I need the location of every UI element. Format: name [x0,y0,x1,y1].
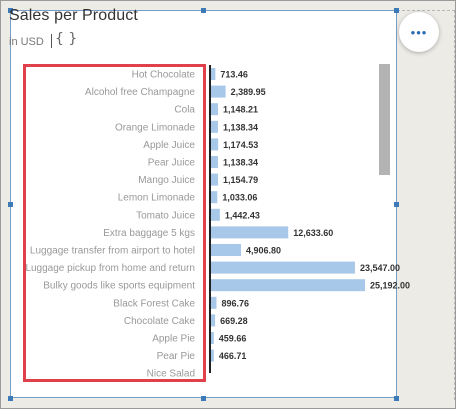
value-label: 1,138.34 [223,158,258,168]
bar[interactable] [211,226,289,239]
value-label: 896.76 [221,298,249,308]
value-label: 1,442.43 [225,210,260,220]
bar[interactable] [211,261,355,274]
bar[interactable] [211,208,220,221]
value-label: 12,633.60 [293,228,333,238]
bar[interactable] [211,68,216,80]
bar[interactable] [211,103,219,116]
bar[interactable] [211,120,218,133]
bar[interactable] [211,156,218,168]
bar[interactable] [211,85,226,98]
value-label: 25,192.00 [370,281,410,291]
bar[interactable] [211,173,219,186]
bar[interactable] [211,244,241,256]
value-label: 1,148.21 [223,105,258,115]
bar[interactable] [211,296,217,309]
bar[interactable] [211,332,214,344]
category-labels-highlight [23,64,206,382]
value-label: 1,154.79 [223,175,258,185]
bar[interactable] [211,349,214,362]
value-label: 1,174.53 [223,140,258,150]
bar[interactable] [211,314,216,327]
value-label: 459.66 [219,334,247,344]
bar[interactable] [211,191,218,204]
value-label: 669.28 [220,316,248,326]
value-label: 713.46 [220,70,248,80]
bar[interactable] [211,138,219,151]
value-label: 4,906.80 [246,246,281,256]
value-label: 466.71 [219,351,247,361]
value-label: 2,389.95 [231,87,266,97]
bar[interactable] [211,279,365,292]
chart-scrollbar-thumb[interactable] [379,64,390,175]
value-label: 1,138.34 [223,122,258,132]
value-label: 1,033.06 [222,193,257,203]
